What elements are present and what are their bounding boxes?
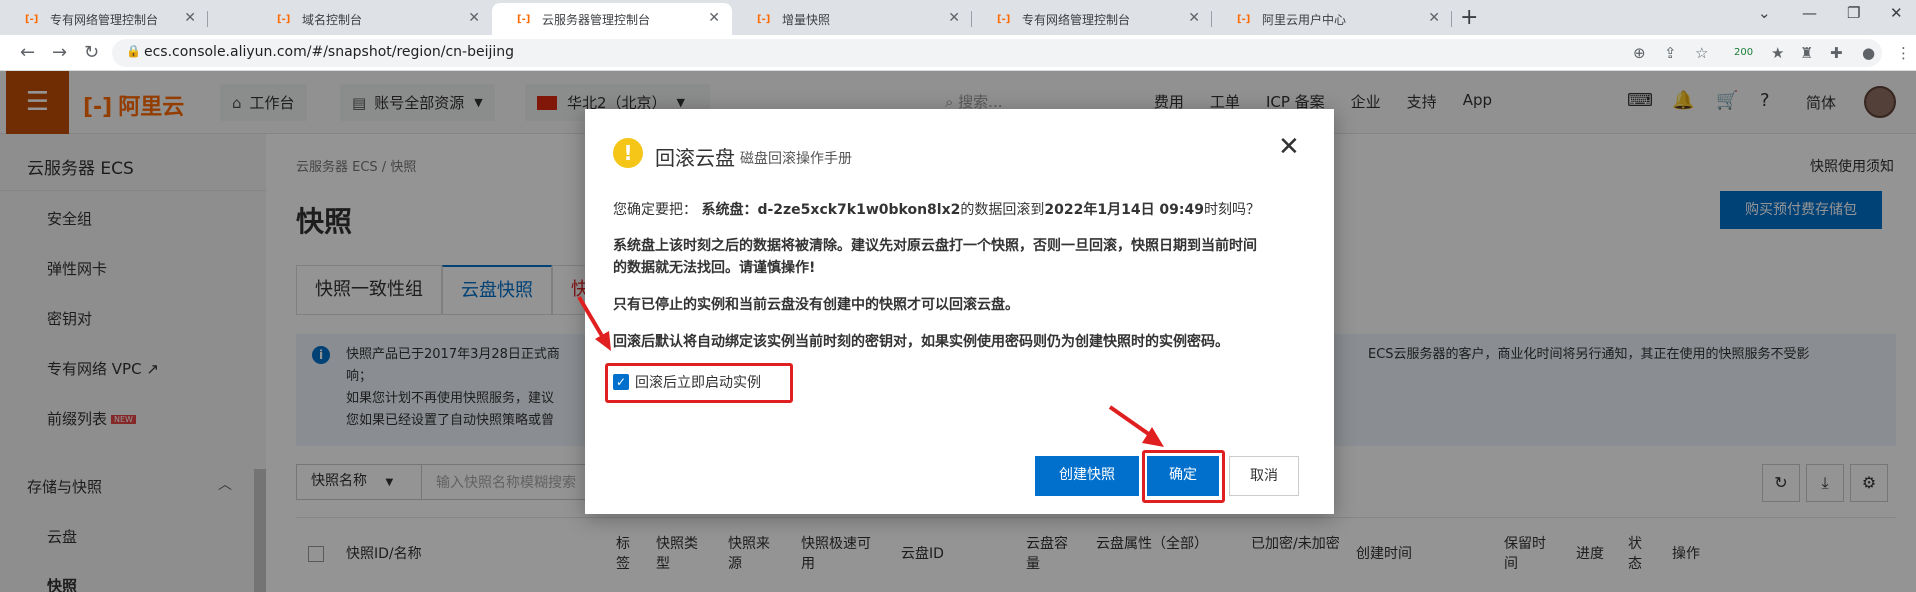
create-snapshot-button[interactable]: 创建快照	[1035, 456, 1139, 496]
browser-tab-active[interactable]: [-] 云服务器管理控制台 ✕	[492, 3, 732, 35]
aliyun-favicon-icon: [-]	[997, 14, 1011, 25]
bookmark-star-icon[interactable]: ☆	[1695, 44, 1708, 62]
omnibox[interactable]: 🔒 ecs.console.aliyun.com/#/snapshot/regi…	[112, 39, 1882, 67]
minimize-icon[interactable]: —	[1802, 4, 1817, 22]
zoom-icon[interactable]: ⊕	[1633, 44, 1646, 62]
close-window-icon[interactable]: ✕	[1890, 4, 1903, 22]
puzzle-icon[interactable]: ✚	[1830, 44, 1843, 62]
restore-icon[interactable]: ❐	[1847, 4, 1860, 22]
close-tab-icon[interactable]: ✕	[1188, 10, 1200, 26]
close-tab-icon[interactable]: ✕	[708, 10, 720, 26]
condition-text: 只有已停止的实例和当前云盘没有创建中的快照才可以回滚云盘。	[613, 297, 1019, 313]
browser-tab[interactable]: [-] 专有网络管理控制台 ✕	[972, 3, 1212, 35]
reload-icon[interactable]: ↻	[84, 42, 99, 63]
share-icon[interactable]: ⇪	[1664, 44, 1677, 62]
tab-search-icon[interactable]: ⌄	[1758, 4, 1771, 22]
annotation-arrow-icon	[577, 295, 611, 351]
browser-tab[interactable]: [-] 域名控制台 ✕	[252, 3, 492, 35]
confirm-text: 您确定要把： 系统盘：d-2ze5xck7k1w0bkon8lx2的数据回滚到2…	[613, 202, 1261, 218]
browser-tab[interactable]: [-] 阿里云用户中心 ✕	[1212, 3, 1452, 35]
close-tab-icon[interactable]: ✕	[1428, 10, 1440, 26]
menu-dots-icon[interactable]: ⋮	[1896, 44, 1911, 62]
close-icon[interactable]: ✕	[1278, 132, 1300, 162]
annotation-arrow-icon	[1108, 405, 1164, 447]
url-text[interactable]: ecs.console.aliyun.com/#/snapshot/region…	[144, 44, 514, 60]
keypair-text: 回滚后默认将自动绑定该实例当前时刻的密钥对，如果实例使用密码则仍为创建快照时的实…	[613, 334, 1229, 350]
aliyun-favicon-icon: [-]	[517, 14, 531, 25]
aliyun-favicon-icon: [-]	[1237, 14, 1251, 25]
aliyun-favicon-icon: [-]	[757, 14, 771, 25]
close-tab-icon[interactable]: ✕	[184, 10, 196, 26]
browser-tab[interactable]: [-] 增量快照 ✕	[732, 3, 972, 35]
aliyun-favicon-icon: [-]	[25, 14, 39, 25]
profile-icon[interactable]: ●	[1862, 44, 1875, 62]
extension-badge[interactable]: 200	[1734, 47, 1753, 58]
extension-icon[interactable]: ♜	[1800, 44, 1813, 62]
cancel-button[interactable]: 取消	[1229, 456, 1299, 496]
warning-icon: !	[613, 138, 643, 168]
back-icon[interactable]: ←	[20, 42, 35, 63]
new-tab-button[interactable]: +	[1460, 5, 1478, 30]
annotation-highlight	[605, 363, 793, 403]
lock-icon: 🔒	[126, 44, 141, 58]
close-tab-icon[interactable]: ✕	[468, 10, 480, 26]
forward-icon[interactable]: →	[52, 42, 67, 63]
rollback-disk-dialog: ! 回滚云盘 磁盘回滚操作手册 ✕ 您确定要把： 系统盘：d-2ze5xck7k…	[585, 109, 1334, 514]
rollback-manual-link[interactable]: 磁盘回滚操作手册	[740, 148, 852, 168]
aliyun-favicon-icon: [-]	[277, 14, 291, 25]
warning-text: 系统盘上该时刻之后的数据将被清除。建议先对原云盘打一个快照，否则一旦回滚，快照日…	[613, 238, 1257, 276]
dialog-title: 回滚云盘	[655, 146, 735, 170]
browser-tab-strip: [-] 专有网络管理控制台 ✕ [-] 域名控制台 ✕ [-] 云服务器管理控制…	[0, 0, 1916, 35]
annotation-highlight	[1142, 450, 1225, 503]
extension-icon[interactable]: ★	[1771, 44, 1784, 62]
close-tab-icon[interactable]: ✕	[948, 10, 960, 26]
browser-tab[interactable]: [-] 专有网络管理控制台 ✕	[0, 3, 208, 35]
address-bar: ← → ↻ 🔒 ecs.console.aliyun.com/#/snapsho…	[0, 35, 1916, 71]
